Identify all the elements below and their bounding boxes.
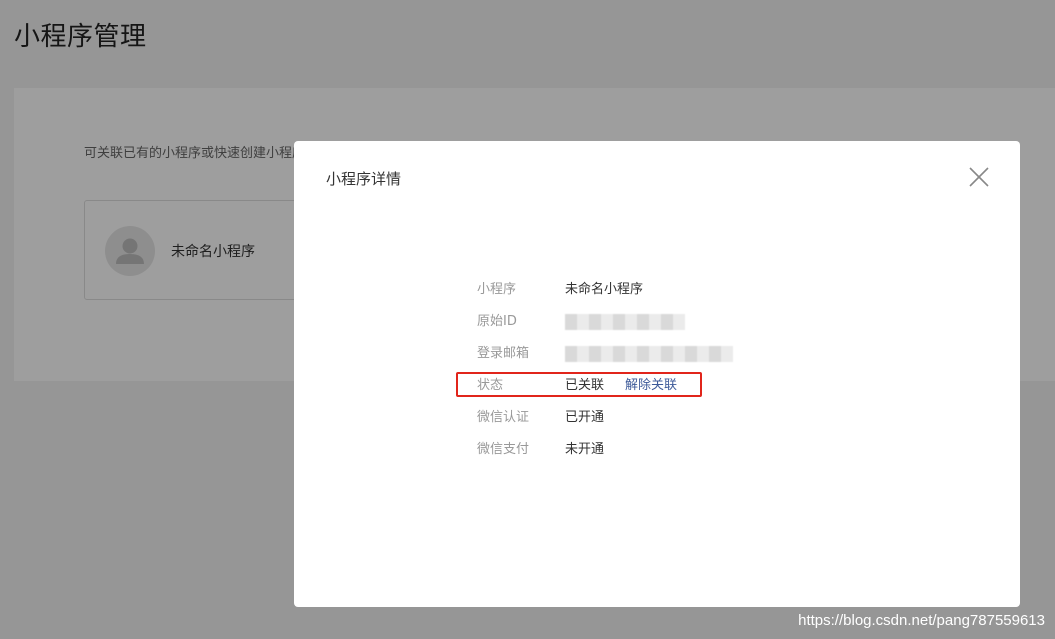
detail-label: 微信支付 (477, 442, 530, 457)
detail-label: 登录邮箱 (477, 346, 530, 361)
detail-value: 已开通 (565, 410, 605, 425)
detail-value: 未命名小程序 (565, 282, 644, 297)
watermark: https://blog.csdn.net/pang787559613 (798, 612, 1045, 629)
status-highlight-box (456, 372, 702, 397)
detail-label: 小程序 (477, 282, 517, 297)
detail-label: 原始ID (477, 314, 517, 329)
detail-label: 微信认证 (477, 410, 530, 425)
redacted-login-email (565, 346, 733, 362)
close-icon[interactable] (968, 166, 990, 188)
dialog-title: 小程序详情 (326, 170, 402, 188)
redacted-original-id (565, 314, 685, 330)
detail-value: 未开通 (565, 442, 605, 457)
miniprogram-detail-dialog: 小程序详情 小程序 未命名小程序 原始ID 登录邮箱 状态 已关联 解除关联 微… (294, 141, 1020, 607)
